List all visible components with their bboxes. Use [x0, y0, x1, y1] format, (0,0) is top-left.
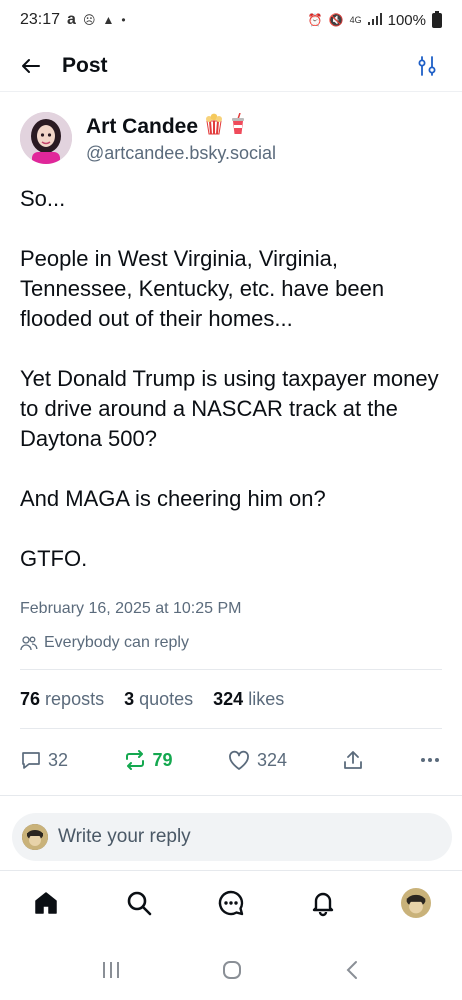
4g-signal-icon: 4G — [349, 15, 362, 25]
battery-text: 100% — [387, 11, 426, 29]
android-icon: ▲ — [102, 13, 115, 27]
post-actions: 32 79 324 — [20, 740, 442, 780]
author-name[interactable]: Art Candee — [86, 115, 198, 139]
bell-icon — [313, 892, 334, 916]
heart-icon — [229, 750, 249, 770]
dot-icon: • — [121, 13, 126, 27]
post-stats: 76 reposts 3 quotes 324 likes — [20, 669, 442, 729]
popcorn-icon — [204, 113, 224, 141]
thread-settings-button[interactable] — [412, 51, 442, 81]
bottom-tab-bar — [0, 870, 462, 934]
tab-profile[interactable] — [394, 881, 438, 925]
mute-icon: 🔇 — [328, 13, 344, 27]
reply-input[interactable]: Write your reply — [12, 813, 452, 861]
arrow-left-icon — [22, 58, 40, 73]
battery-icon — [432, 10, 442, 28]
top-header: Post — [0, 40, 462, 92]
users-icon — [20, 636, 38, 651]
post-paragraph: People in West Virginia, Virginia, Tenne… — [20, 246, 385, 331]
back-system-button[interactable] — [342, 959, 362, 986]
ellipsis-icon — [420, 758, 439, 762]
reply-setting[interactable]: Everybody can reply — [20, 634, 189, 652]
recent-apps-button[interactable] — [100, 960, 122, 985]
home-system-button[interactable] — [221, 959, 243, 986]
home-circle-icon — [222, 960, 241, 979]
likes-label: likes — [248, 688, 285, 709]
search-icon — [127, 891, 151, 915]
repost-button[interactable]: 79 — [123, 749, 173, 771]
signal-bars-icon — [367, 12, 382, 28]
alarm-icon: ⏰ — [307, 13, 323, 27]
user-avatar — [22, 824, 48, 850]
tab-home[interactable] — [24, 881, 68, 925]
repost-count: 79 — [152, 749, 173, 770]
author-info: Art Candee @artcandee.bsky.social — [86, 112, 276, 164]
post-paragraph: GTFO. — [20, 546, 88, 571]
like-count: 324 — [257, 749, 288, 770]
post-timestamp: February 16, 2025 at 10:25 PM — [20, 600, 242, 617]
divider — [0, 795, 462, 796]
likes-stat[interactable]: 324 likes — [213, 689, 284, 710]
share-button[interactable] — [342, 749, 364, 771]
like-button[interactable]: 324 — [227, 749, 287, 771]
comment-icon — [22, 752, 40, 769]
reply-count: 32 — [48, 749, 69, 770]
tab-search[interactable] — [117, 881, 161, 925]
status-bar: 23:17 a ☹ ▲ • ⏰ 🔇 4G 100% — [0, 0, 462, 40]
system-navigation-bar — [0, 944, 462, 1000]
profile-avatar — [400, 887, 431, 918]
status-right: ⏰ 🔇 4G 100% — [307, 10, 442, 29]
reposts-stat[interactable]: 76 reposts — [20, 689, 104, 710]
tab-chat[interactable] — [209, 881, 253, 925]
chat-bubble-icon — [218, 890, 244, 915]
reply-setting-label: Everybody can reply — [44, 634, 189, 651]
recent-apps-icon — [102, 961, 119, 978]
author-avatar[interactable] — [20, 112, 72, 164]
reposts-count: 76 — [20, 688, 41, 709]
reply-button[interactable]: 32 — [20, 749, 68, 771]
repost-icon — [125, 750, 144, 770]
post-author[interactable]: Art Candee @artcandee.bsky.social — [20, 112, 276, 164]
a-app-icon: a — [67, 11, 76, 28]
post-body: So... People in West Virginia, Virginia,… — [20, 184, 450, 604]
reposts-label: reposts — [45, 688, 105, 709]
tab-notifications[interactable] — [301, 881, 345, 925]
quotes-label: quotes — [139, 688, 194, 709]
post-paragraph: So... — [20, 186, 66, 211]
status-left: 23:17 a ☹ ▲ • — [20, 11, 126, 29]
quotes-count: 3 — [124, 688, 135, 709]
more-options-button[interactable] — [418, 749, 442, 771]
page-title: Post — [62, 53, 108, 77]
author-name-row: Art Candee — [86, 112, 276, 141]
quotes-stat[interactable]: 3 quotes — [124, 689, 193, 710]
likes-count: 324 — [213, 688, 244, 709]
share-icon — [343, 751, 362, 769]
drink-cup-icon — [230, 112, 246, 141]
reply-placeholder: Write your reply — [58, 826, 191, 847]
post-paragraph: Yet Donald Trump is using taxpayer money… — [20, 366, 439, 451]
status-time: 23:17 — [20, 11, 61, 28]
sliders-icon — [418, 55, 436, 76]
messenger-icon: ☹ — [82, 13, 96, 27]
chevron-left-icon — [346, 960, 358, 979]
post-paragraph: And MAGA is cheering him on? — [20, 486, 326, 511]
back-button[interactable] — [14, 49, 48, 83]
author-handle[interactable]: @artcandee.bsky.social — [86, 143, 276, 164]
home-icon — [35, 891, 57, 914]
